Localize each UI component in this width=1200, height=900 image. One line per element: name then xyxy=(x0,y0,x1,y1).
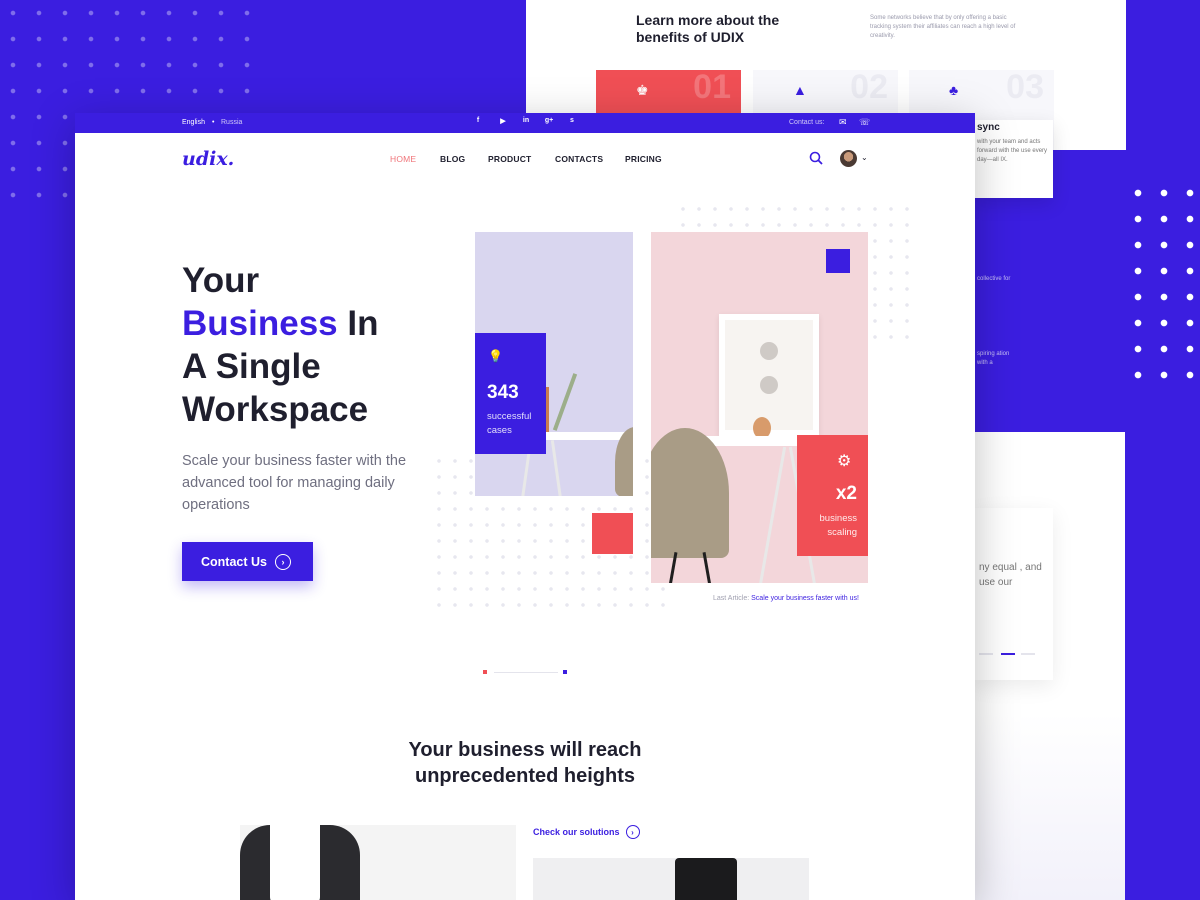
phone-icon[interactable]: ☏ xyxy=(859,117,870,128)
stat-card-cases: 💡 343 successful cases xyxy=(475,333,546,454)
section-title: Your business will reach unprecedented h… xyxy=(408,739,642,787)
nav-contacts[interactable]: CONTACTS xyxy=(555,154,603,164)
language-english[interactable]: English xyxy=(182,119,205,126)
slider-indicator[interactable] xyxy=(481,669,567,675)
search-icon[interactable] xyxy=(809,151,823,165)
coffee-photo xyxy=(533,858,809,900)
sync-text: with your team and acts forward with the… xyxy=(977,139,1048,163)
tile-number: 02 xyxy=(850,68,888,106)
stat-label: successful cases xyxy=(487,411,532,436)
benefits-text: Some networks believe that by only offer… xyxy=(870,15,1016,39)
youtube-icon[interactable]: ▶ xyxy=(496,117,510,125)
sync-title: sync xyxy=(977,122,1000,133)
mail-icon[interactable]: ✉ xyxy=(839,117,847,128)
picture-frame xyxy=(719,314,819,436)
google-plus-icon[interactable]: g+ xyxy=(542,117,556,124)
language-russia[interactable]: Russia xyxy=(221,119,242,126)
lamp-icon: ♣ xyxy=(949,82,959,98)
arrow-right-icon: › xyxy=(625,825,640,839)
facebook-icon[interactable]: f xyxy=(471,117,485,124)
nav-pricing[interactable]: PRICING xyxy=(625,154,662,164)
sync-card: sync with your team and acts forward wit… xyxy=(975,120,1053,198)
hero-title: Your Business In A Single Workspace xyxy=(182,259,482,431)
contact-us-button[interactable]: Contact Us › xyxy=(182,542,313,581)
testimonial-text: ny equal , and use our xyxy=(979,562,1042,588)
benefits-title: Learn more about the benefits of UDIX xyxy=(636,12,780,45)
hero-subtitle: Scale your business faster with the adva… xyxy=(182,453,407,513)
stat-value: x2 xyxy=(835,483,857,504)
testimonial-card: ny equal , and use our xyxy=(975,508,1053,680)
top-bar: English • Russia f ▶ in g+ s Contact us:… xyxy=(75,113,975,133)
hero-title-line-4: Workspace xyxy=(182,390,369,429)
testimonial-indicator[interactable] xyxy=(979,653,1035,655)
tile-number: 03 xyxy=(1006,68,1044,106)
contact-us-label: Contact us: xyxy=(789,119,825,126)
linkedin-icon[interactable]: in xyxy=(519,117,533,124)
check-solutions-label: Check our solutions xyxy=(533,827,620,837)
hero-title-line-1: Your xyxy=(182,261,260,300)
side-text-1: collective for xyxy=(977,276,1011,282)
stat-card-scaling: ⚙ x2 business scaling xyxy=(797,435,868,556)
gear-icon: ⚙ xyxy=(837,453,852,470)
chevron-down-icon[interactable]: ⌄ xyxy=(861,153,868,162)
stat-label: business scaling xyxy=(819,513,858,538)
last-article-link[interactable]: Scale your business faster with us! xyxy=(751,595,859,602)
hero-title-highlight: Business xyxy=(182,304,338,343)
logo[interactable]: udix. xyxy=(182,148,234,170)
nav-blog[interactable]: BLOG xyxy=(440,154,465,164)
main-page: English • Russia f ▶ in g+ s Contact us:… xyxy=(75,113,975,900)
nav-product[interactable]: PRODUCT xyxy=(488,154,531,164)
arrow-right-icon: › xyxy=(274,553,291,570)
hero-title-line-3: A Single xyxy=(182,347,321,386)
stat-value: 343 xyxy=(487,382,519,403)
decor-square-red xyxy=(592,513,633,554)
tile-number: 01 xyxy=(693,68,731,106)
side-text-2: spiring ation with a xyxy=(977,351,1010,366)
check-solutions-link[interactable]: Check our solutions › xyxy=(533,825,640,839)
business-photo xyxy=(240,825,516,900)
paper-plane-icon: ▲ xyxy=(793,82,807,98)
language-separator: • xyxy=(212,119,215,126)
skype-icon[interactable]: s xyxy=(565,117,579,124)
last-article-label: Last Article: xyxy=(713,595,750,602)
decor-square-blue xyxy=(826,249,850,273)
avatar[interactable] xyxy=(840,150,857,167)
last-article: Last Article: Scale your business faster… xyxy=(713,595,859,602)
hero-title-line-2: In xyxy=(337,304,379,343)
background-dots-right xyxy=(1125,180,1200,390)
chess-king-icon: ♚ xyxy=(636,82,649,98)
contact-us-label: Contact Us xyxy=(201,554,267,569)
lightbulb-icon: 💡 xyxy=(488,349,503,363)
nav-home[interactable]: HOME xyxy=(390,154,416,164)
